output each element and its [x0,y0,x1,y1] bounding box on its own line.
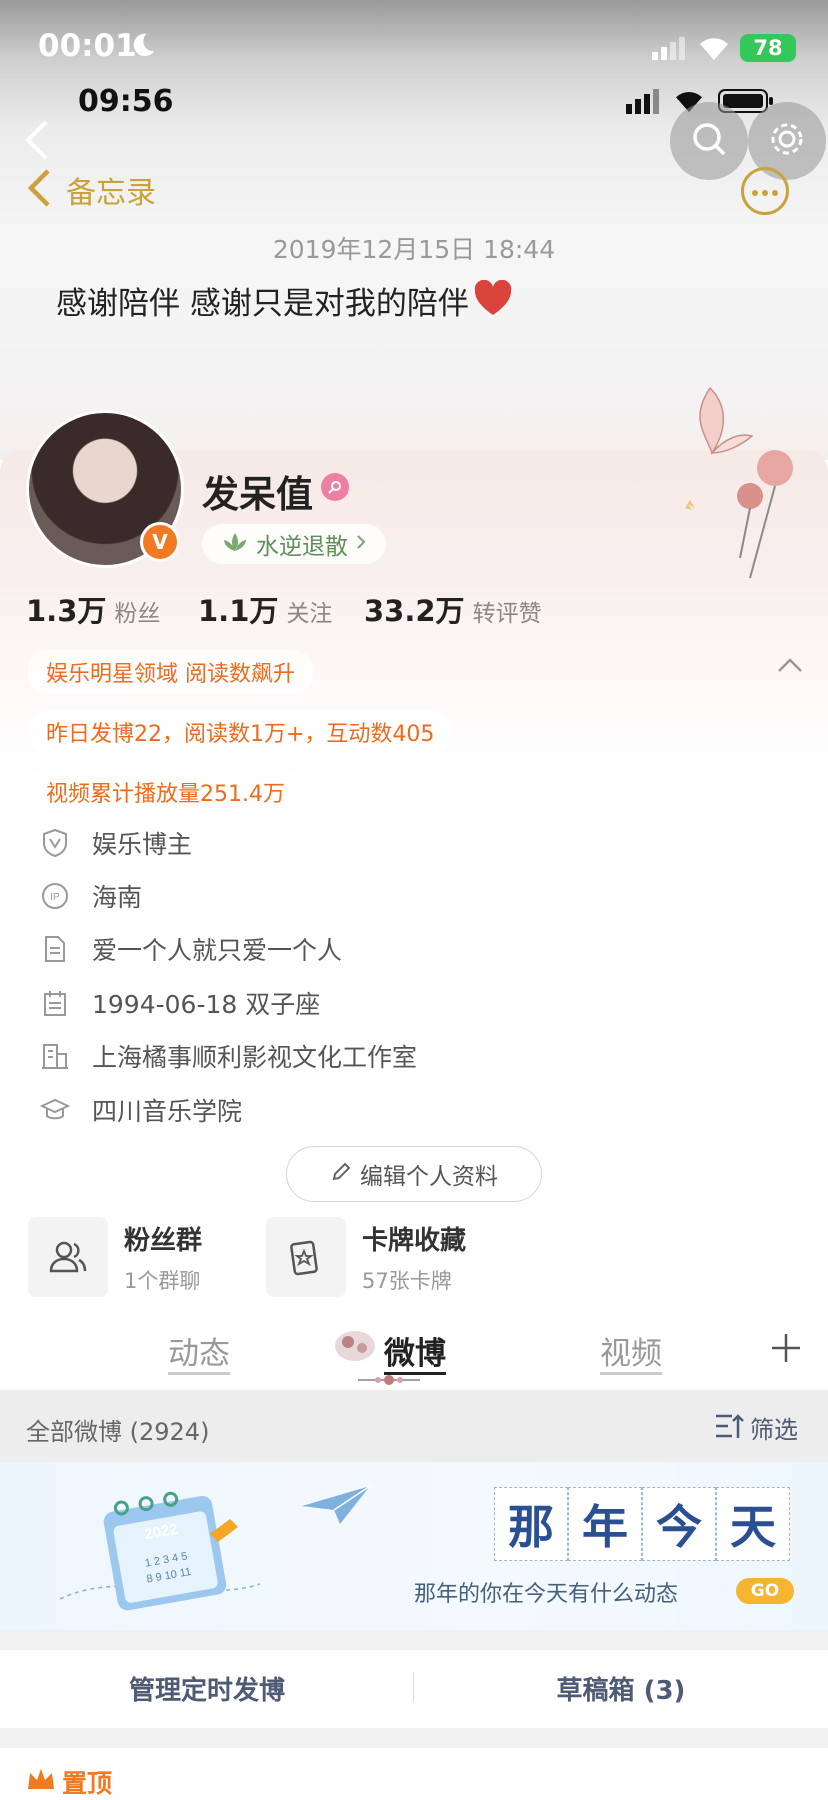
outer-back-icon[interactable] [22,118,52,162]
chevron-right-icon [356,534,366,554]
building-icon [40,1041,70,1071]
svg-text:IP: IP [50,892,60,903]
title-char: 今 [642,1487,716,1561]
pencil-icon [330,1161,352,1187]
tab-video[interactable]: 视频 [600,1328,662,1373]
crown-icon [26,1767,56,1797]
graduation-cap-icon [40,1095,70,1125]
status-time: 00:01 [38,28,137,64]
drafts-button[interactable]: 草稿箱 (3) [414,1670,828,1707]
shield-v-icon [40,828,70,858]
info-row: 爱一个人就只爱一个人 [40,929,342,969]
card-subtitle: 1个群聊 [124,1268,201,1293]
info-text: 1994-06-18 双子座 [92,990,321,1019]
filter-button[interactable]: 筛选 [714,1410,798,1445]
chevron-left-icon [26,168,52,212]
pinned-label-row: 置顶 [26,1764,112,1800]
stat-following[interactable]: 1.1万 关注 [198,588,332,630]
info-text: 四川音乐学院 [92,1097,243,1126]
back-to-memo-button[interactable]: 备忘录 [26,168,156,212]
stat-value: 1.1万 [198,594,279,628]
that-year-today-title: 那 年 今 天 [494,1487,790,1561]
highlight-tag: 昨日发博22，阅读数1万+，互动数405 [28,710,453,754]
title-char: 那 [494,1487,568,1561]
info-row: IP 海南 [40,876,142,916]
back-label: 备忘录 [66,176,156,211]
info-text: 爱一个人就只爱一个人 [92,936,343,965]
card-collection-card[interactable]: 卡牌收藏 57张卡牌 [266,1217,466,1297]
battery-icon: 78 [740,34,796,62]
profile-name: 发呆值 [202,473,313,516]
filter-label: 筛选 [750,1416,798,1444]
card-title: 粉丝群 [124,1225,203,1256]
stat-label: 关注 [286,601,333,627]
memo-text: 感谢陪伴 感谢只是对我的陪伴 [56,286,469,322]
rose-decoration-icon [680,378,820,598]
search-icon [689,119,729,163]
fan-group-card[interactable]: 粉丝群 1个群聊 [28,1217,202,1297]
info-text: 娱乐博主 [92,830,193,859]
people-icon [28,1217,108,1297]
info-row: 1994-06-18 双子座 [40,983,320,1023]
calendar-icon [40,988,70,1018]
card-subtitle: 57张卡牌 [362,1268,452,1293]
battery-level: 78 [753,36,783,60]
title-char: 天 [716,1487,790,1561]
heart-icon [473,279,513,322]
manage-scheduled-button[interactable]: 管理定时发博 [0,1670,414,1707]
ip-icon: IP [40,881,70,911]
paper-plane-icon [300,1484,372,1528]
moon-icon [128,30,162,64]
memo-date: 2019年12月15日 18:44 [272,235,556,264]
banner-subtitle: 那年的你在今天有什么动态 [414,1582,679,1607]
card-title: 卡牌收藏 [362,1225,467,1256]
feed-count-label: 全部微博 (2924) [26,1418,210,1446]
add-tab-icon[interactable] [770,1332,802,1364]
verified-badge-icon: V [140,522,180,562]
filter-icon [714,1412,744,1444]
wifi-icon [696,34,734,62]
title-char: 年 [568,1487,642,1561]
more-button[interactable] [741,167,789,215]
info-row: 娱乐博主 [40,823,192,863]
highlight-tag: 视频累计播放量251.4万 [28,770,303,814]
edit-profile-button[interactable]: 编辑个人资料 [286,1146,542,1202]
highlight-tag[interactable]: 娱乐明星领域 阅读数飙升 [28,650,313,694]
info-text: 上海橘事顺利影视文化工作室 [92,1043,418,1072]
stat-label: 粉丝 [114,601,161,627]
female-gender-icon [321,473,349,501]
lotus-icon [222,531,248,557]
info-row: 上海橘事顺利影视文化工作室 [40,1036,417,1076]
calendar-illustration-icon: 2022 1 2 3 4 5 8 9 10 11 [59,1474,261,1624]
tab-underline-flower-icon [356,1372,422,1386]
cellular-signal-icon [650,34,690,62]
more-dots-icon [751,182,779,201]
inner-status-time: 09:56 [78,84,174,119]
card-star-icon [266,1217,346,1297]
stat-followers[interactable]: 1.3万 粉丝 [26,588,160,630]
tab-posts[interactable]: 动态 [168,1328,230,1373]
collapse-chevron-icon[interactable] [776,656,806,676]
gear-icon [767,119,807,163]
search-button[interactable] [670,102,748,180]
tab-weibo[interactable]: 微博 [384,1328,446,1373]
section-divider [0,1630,828,1650]
stat-interactions[interactable]: 33.2万 转评赞 [364,588,542,630]
stat-value: 33.2万 [364,594,465,628]
banner-go-button[interactable]: GO [736,1578,794,1604]
document-icon [40,934,70,964]
stat-label: 转评赞 [472,601,542,627]
info-row: 四川音乐学院 [40,1090,242,1130]
group-tag-button[interactable]: 水逆退散 [202,524,386,564]
stat-value: 1.3万 [26,594,107,628]
edit-profile-label: 编辑个人资料 [360,1164,498,1190]
inner-cellular-icon [624,88,664,116]
info-text: 海南 [92,883,143,912]
pinned-label: 置顶 [62,1769,113,1798]
group-tag-label: 水逆退散 [256,534,348,560]
memo-body: 感谢陪伴 感谢只是对我的陪伴 [56,278,513,323]
section-divider [0,1728,828,1748]
tab-decoration-icon [332,1326,378,1366]
